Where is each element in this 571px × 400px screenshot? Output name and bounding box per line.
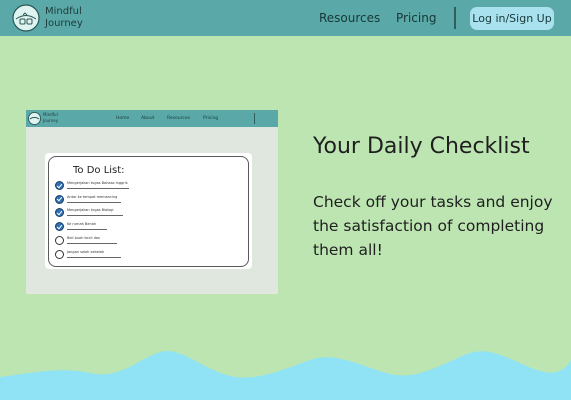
bottom-wave <box>0 350 571 400</box>
